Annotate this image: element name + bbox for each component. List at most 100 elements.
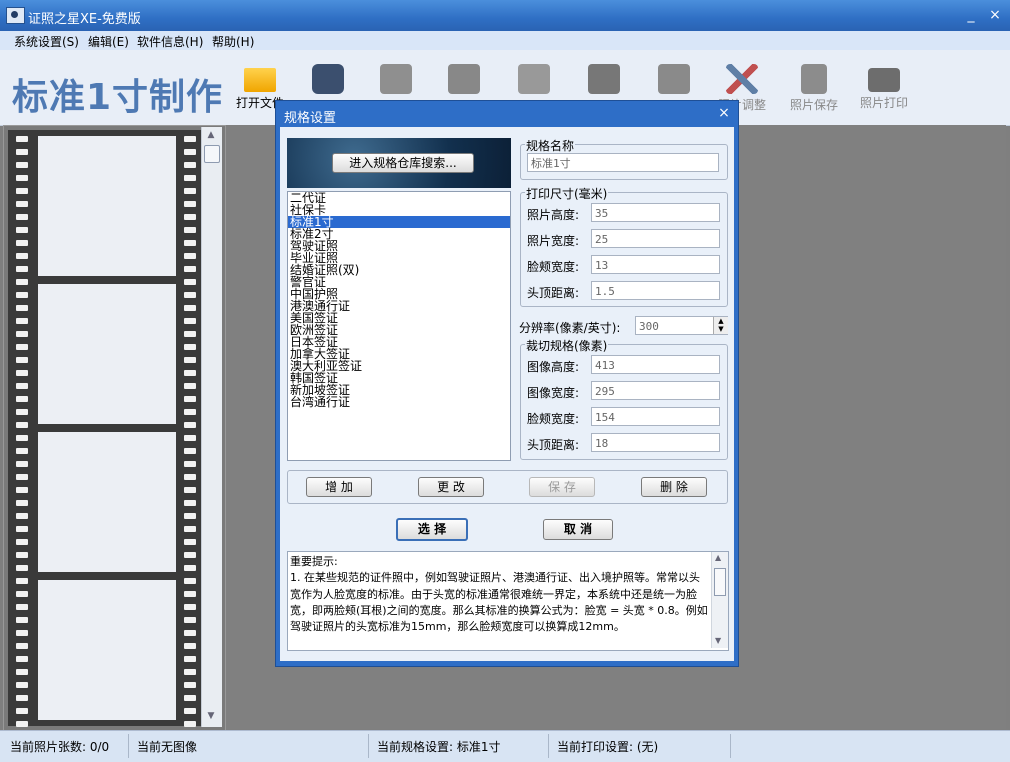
- crop-spec-group: 裁切规格(像素) 图像高度: 413 图像宽度: 295 脸颊宽度: 154 头…: [520, 337, 728, 460]
- sprocket-hole: [184, 331, 196, 337]
- photo-height-input[interactable]: 35: [591, 203, 720, 222]
- spec-warehouse-button[interactable]: 进入规格仓库搜索...: [332, 153, 474, 173]
- spec-name-legend: 规格名称: [525, 137, 576, 154]
- crop-face-width-input[interactable]: 154: [591, 407, 720, 426]
- tool-6-button[interactable]: [574, 64, 634, 94]
- menu-system-settings[interactable]: 系统设置(S): [14, 33, 79, 50]
- tool-4-button[interactable]: [434, 64, 494, 94]
- sprocket-hole: [16, 422, 28, 428]
- hint-scroll-down-icon[interactable]: ▼: [715, 636, 721, 645]
- face-width-input[interactable]: 13: [591, 255, 720, 274]
- spec-list[interactable]: 二代证 社保卡 标准1寸 标准2寸 驾驶证照 毕业证照 结婚证照(双) 警官证 中国护照 港澳通行…: [287, 191, 511, 461]
- hint-scroll-up-icon[interactable]: ▲: [715, 553, 721, 562]
- dialog-close-button[interactable]: ×: [716, 105, 732, 121]
- sprocket-hole: [184, 344, 196, 350]
- spec-settings-dialog: 规格设置 × 进入规格仓库搜索... 二代证 社保卡 标准1寸 标准2寸 驾驶证照 毕业证…: [275, 100, 739, 667]
- image-height-input[interactable]: 413: [591, 355, 720, 374]
- sprocket-hole: [16, 214, 28, 220]
- sprocket-hole: [184, 630, 196, 636]
- menu-help[interactable]: 帮助(H): [212, 33, 254, 50]
- crop-spec-legend: 裁切规格(像素): [525, 337, 609, 354]
- sprocket-hole: [16, 383, 28, 389]
- add-button[interactable]: 增 加: [306, 477, 372, 497]
- sprocket-hole: [16, 344, 28, 350]
- tool-5-button[interactable]: [504, 64, 564, 94]
- sprocket-hole: [16, 630, 28, 636]
- sprocket-hole: [184, 474, 196, 480]
- sprocket-hole: [16, 253, 28, 259]
- film-scrollbar[interactable]: ▲ ▼: [201, 127, 222, 727]
- edit-button[interactable]: 更 改: [418, 477, 484, 497]
- sprocket-hole: [16, 318, 28, 324]
- sprocket-hole: [16, 136, 28, 142]
- sprocket-hole: [184, 500, 196, 506]
- tool-7-button[interactable]: [644, 64, 704, 94]
- sprocket-hole: [16, 409, 28, 415]
- film-frame-2[interactable]: [38, 284, 176, 424]
- sprocket-hole: [184, 292, 196, 298]
- sprocket-hole: [184, 578, 196, 584]
- sprocket-hole: [184, 721, 196, 727]
- sprocket-hole: [16, 487, 28, 493]
- sprocket-hole: [184, 565, 196, 571]
- sprocket-hole: [184, 149, 196, 155]
- photo-width-input[interactable]: 25: [591, 229, 720, 248]
- delete-button[interactable]: 删 除: [641, 477, 707, 497]
- scroll-down-icon[interactable]: ▼: [205, 711, 217, 723]
- film-frame-3[interactable]: [38, 432, 176, 572]
- action-button-group: 增 加 更 改 保 存 删 除: [287, 470, 728, 504]
- menu-edit[interactable]: 编辑(E): [88, 33, 129, 50]
- sprocket-hole: [16, 266, 28, 272]
- status-print: 当前打印设置: (无): [557, 740, 659, 754]
- film-frame-1[interactable]: [38, 136, 176, 276]
- dpi-spin-arrows-icon[interactable]: ▲ ▼: [713, 317, 728, 334]
- sprocket-hole: [16, 162, 28, 168]
- film-strip: [8, 130, 202, 727]
- save-button[interactable]: 保 存: [529, 477, 595, 497]
- sprocket-hole: [184, 279, 196, 285]
- sprocket-hole: [16, 708, 28, 714]
- spec-name-input[interactable]: 标准1寸: [527, 153, 719, 172]
- select-button[interactable]: 选 择: [396, 518, 468, 541]
- scroll-up-icon[interactable]: ▲: [205, 130, 217, 142]
- hint-text-area[interactable]: 重要提示: 1. 在某些规范的证件照中，例如驾驶证照片、港澳通行证、出入境护照等…: [287, 551, 729, 651]
- sprocket-hole: [184, 240, 196, 246]
- sprocket-hole: [16, 552, 28, 558]
- sprocket-hole: [184, 162, 196, 168]
- hint-scroll-thumb[interactable]: [714, 568, 726, 596]
- scroll-thumb[interactable]: [204, 145, 220, 163]
- sprocket-hole: [184, 526, 196, 532]
- head-top-input[interactable]: 1.5: [591, 281, 720, 300]
- hint-text: 重要提示: 1. 在某些规范的证件照中，例如驾驶证照片、港澳通行证、出入境护照等…: [290, 555, 708, 634]
- sprocket-hole: [184, 695, 196, 701]
- photo-print-label: 照片打印: [859, 96, 908, 110]
- crop-head-top-input[interactable]: 18: [591, 433, 720, 452]
- photo-print-button[interactable]: 照片打印: [854, 64, 914, 111]
- film-frame-4[interactable]: [38, 580, 176, 720]
- sprocket-hole: [16, 175, 28, 181]
- dialog-body: 进入规格仓库搜索... 二代证 社保卡 标准1寸 标准2寸 驾驶证照 毕业证照 结婚证照(双…: [280, 127, 734, 661]
- camera-settings-icon: [588, 64, 620, 94]
- sprocket-hole: [184, 708, 196, 714]
- dpi-label: 分辨率(像素/英寸):: [519, 321, 621, 335]
- sprocket-hole: [184, 370, 196, 376]
- sprocket-hole: [16, 201, 28, 207]
- tool-3-button[interactable]: [366, 64, 426, 94]
- camera-button[interactable]: [298, 64, 358, 94]
- menu-software-info[interactable]: 软件信息(H): [137, 33, 203, 50]
- minimize-button[interactable]: _: [962, 6, 980, 24]
- close-button[interactable]: ×: [986, 6, 1004, 24]
- cancel-button[interactable]: 取 消: [543, 519, 613, 540]
- film-strip-pane: [3, 125, 226, 731]
- sprocket-hole: [16, 643, 28, 649]
- portrait-edit-icon: [448, 64, 480, 94]
- photo-save-button[interactable]: 照片保存: [784, 64, 844, 113]
- sprocket-hole: [184, 435, 196, 441]
- sprocket-hole: [184, 669, 196, 675]
- sprocket-hole: [184, 461, 196, 467]
- spec-list-item[interactable]: 台湾通行证: [288, 396, 510, 408]
- hint-scrollbar[interactable]: ▲ ▼: [711, 552, 728, 648]
- sprocket-hole: [16, 370, 28, 376]
- image-width-input[interactable]: 295: [591, 381, 720, 400]
- sprocket-hole: [184, 175, 196, 181]
